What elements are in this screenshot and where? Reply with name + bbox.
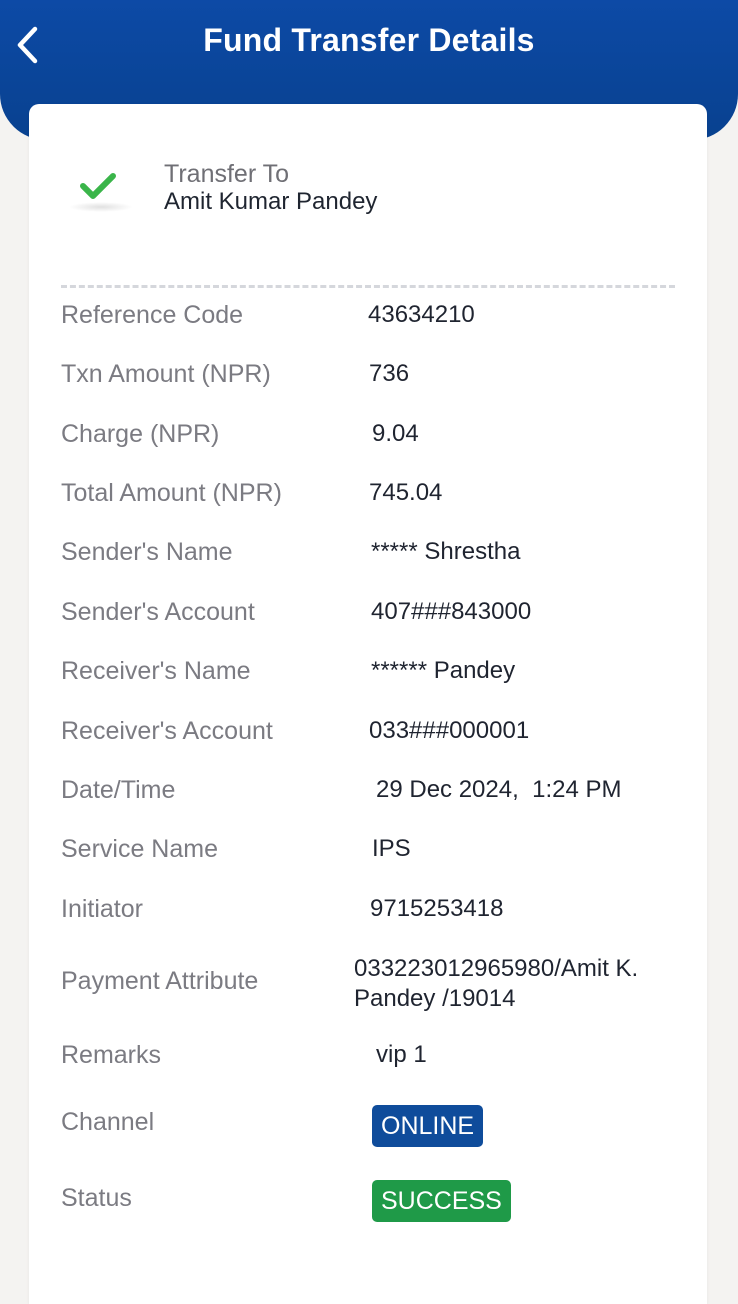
detail-label: Initiator <box>61 895 143 923</box>
detail-value: ***** Shrestha <box>371 538 521 565</box>
detail-label: Remarks <box>61 1041 162 1069</box>
channel-badge: ONLINE <box>372 1105 484 1147</box>
detail-label: Status <box>61 1184 132 1212</box>
detail-value: 745.04 <box>369 479 443 506</box>
recipient-name: Amit Kumar Pandey <box>164 188 378 215</box>
transfer-details-card: Transfer To Amit Kumar Pandey Reference … <box>29 104 707 1304</box>
detail-label: Charge (NPR) <box>61 420 220 448</box>
detail-label: Reference Code <box>61 301 244 329</box>
detail-value: 033###000001 <box>369 717 530 744</box>
detail-label: Receiver's Name <box>61 657 251 685</box>
detail-label: Receiver's Account <box>61 717 273 745</box>
status-badge: SUCCESS <box>372 1180 511 1222</box>
checkmark-icon <box>80 173 116 199</box>
detail-label: Sender's Name <box>61 538 233 566</box>
detail-value: 407###843000 <box>371 598 532 625</box>
detail-label: Service Name <box>61 835 218 863</box>
detail-value: IPS <box>372 835 411 862</box>
detail-value: 43634210 <box>368 301 475 328</box>
detail-label: Date/Time <box>61 776 176 804</box>
detail-value: ****** Pandey <box>371 657 516 684</box>
detail-value: 29 Dec 2024, 1:24 PM <box>376 776 622 803</box>
detail-value: 9715253418 <box>370 895 504 922</box>
page-title: Fund Transfer Details <box>203 22 535 58</box>
detail-label: Channel <box>61 1108 155 1136</box>
detail-label: Sender's Account <box>61 598 255 626</box>
detail-label: Payment Attribute <box>61 967 259 995</box>
success-indicator <box>65 166 137 216</box>
detail-value: 033223012965980/Amit K. Pandey /19014 <box>354 955 639 1012</box>
detail-label: Txn Amount (NPR) <box>61 360 271 388</box>
transfer-to-label: Transfer To <box>164 160 290 188</box>
detail-value: 736 <box>369 360 410 387</box>
detail-label: Total Amount (NPR) <box>61 479 282 507</box>
detail-value: vip 1 <box>376 1041 427 1068</box>
detail-value: 9.04 <box>372 420 419 447</box>
divider <box>61 285 675 288</box>
